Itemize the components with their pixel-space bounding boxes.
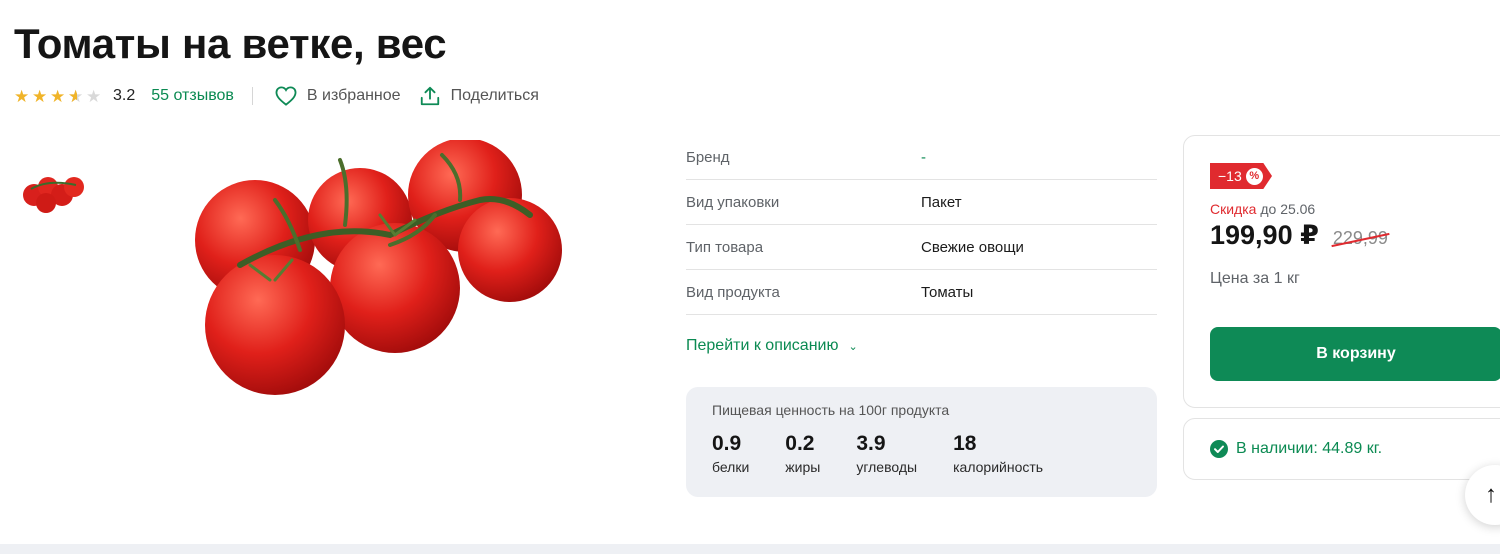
- nutrition-label: белки: [712, 459, 750, 475]
- nutrition-value: 18: [953, 432, 977, 455]
- property-row: Тип товара Свежие овощи: [686, 225, 1157, 270]
- product-meta-row: ★ ★ ★ ★ ★ 3.2 55 отзывов В избранное Под…: [14, 83, 539, 109]
- share-label: Поделиться: [450, 87, 539, 104]
- property-key: Бренд: [686, 148, 730, 166]
- product-title: Томаты на ветке, вес: [14, 20, 447, 67]
- discount-period: Скидка до 25.06: [1210, 201, 1315, 217]
- property-value: Свежие овощи: [921, 238, 1024, 256]
- price-row: 199,90 ₽ 229,99: [1210, 220, 1388, 251]
- discount-word: Скидка: [1210, 201, 1257, 217]
- nutrition-value: 0.2: [785, 432, 815, 455]
- arrow-up-icon: ↑: [1485, 481, 1497, 508]
- percent-icon: %: [1245, 167, 1263, 185]
- discount-badge: −13 %: [1210, 163, 1272, 189]
- product-image: [195, 140, 562, 395]
- nutrition-value: 3.9: [856, 432, 886, 455]
- property-key: Вид продукта: [686, 283, 780, 301]
- property-key: Тип товара: [686, 238, 764, 256]
- nutrition-label: углеводы: [856, 459, 918, 475]
- star-empty-icon: ★: [86, 86, 102, 106]
- star-half-icon: ★: [68, 88, 85, 105]
- chevron-down-icon: ⌄: [848, 340, 858, 353]
- nutrition-item: 18 калорийность: [953, 432, 1043, 475]
- discount-badge-value: −13: [1218, 168, 1242, 184]
- property-row: Вид упаковки Пакет: [686, 180, 1157, 225]
- nutrition-item: 3.9 углеводы: [856, 432, 917, 475]
- rating-stars: ★ ★ ★ ★ ★: [14, 88, 103, 105]
- property-row: Вид продукта Томаты: [686, 270, 1157, 315]
- nutrition-item: 0.2 жиры: [785, 432, 820, 475]
- nutrition-panel: Пищевая ценность на 100г продукта 0.9 бе…: [686, 387, 1157, 497]
- product-properties: Бренд - Вид упаковки Пакет Тип товара Св…: [686, 135, 1157, 315]
- reviews-link[interactable]: 55 отзывов: [151, 87, 234, 105]
- share-icon: [420, 86, 439, 106]
- stock-card: В наличии: 44.89 кг.: [1183, 418, 1500, 480]
- property-value: Пакет: [921, 193, 962, 211]
- property-key: Вид упаковки: [686, 193, 780, 211]
- current-price: 199,90 ₽: [1210, 220, 1319, 250]
- nutrition-values: 0.9 белки 0.2 жиры 3.9 углеводы 18 калор…: [712, 432, 1131, 475]
- stock-status: В наличии: 44.89 кг.: [1236, 440, 1383, 457]
- nutrition-item: 0.9 белки: [712, 432, 749, 475]
- footer-divider: [0, 544, 1500, 554]
- product-thumbnail[interactable]: [16, 165, 90, 217]
- star-icon: ★: [14, 86, 30, 106]
- price-card: −13 % Скидка до 25.06 199,90 ₽ 229,99 Це…: [1183, 135, 1500, 408]
- share-button[interactable]: Поделиться: [419, 85, 539, 107]
- nutrition-label: калорийность: [953, 459, 1044, 475]
- old-price: 229,99: [1332, 228, 1388, 248]
- add-to-cart-button[interactable]: В корзину: [1210, 327, 1500, 381]
- heart-icon: [275, 86, 297, 106]
- description-link-label: Перейти к описанию: [686, 337, 839, 354]
- property-value: Томаты: [921, 283, 974, 301]
- property-value: -: [921, 148, 926, 166]
- favorite-label: В избранное: [306, 87, 401, 104]
- check-circle-icon: [1210, 440, 1228, 458]
- nutrition-label: жиры: [785, 459, 821, 475]
- price-unit: Цена за 1 кг: [1210, 270, 1300, 287]
- nutrition-value: 0.9: [712, 432, 742, 455]
- go-to-description-link[interactable]: Перейти к описанию ⌄: [686, 337, 858, 355]
- property-row: Бренд -: [686, 135, 1157, 180]
- rating-value: 3.2: [113, 87, 136, 104]
- discount-until: до 25.06: [1260, 201, 1316, 217]
- nutrition-title: Пищевая ценность на 100г продукта: [712, 402, 950, 418]
- star-icon: ★: [32, 86, 48, 106]
- favorite-button[interactable]: В избранное: [275, 86, 401, 106]
- divider: [251, 87, 253, 105]
- star-icon: ★: [50, 86, 66, 106]
